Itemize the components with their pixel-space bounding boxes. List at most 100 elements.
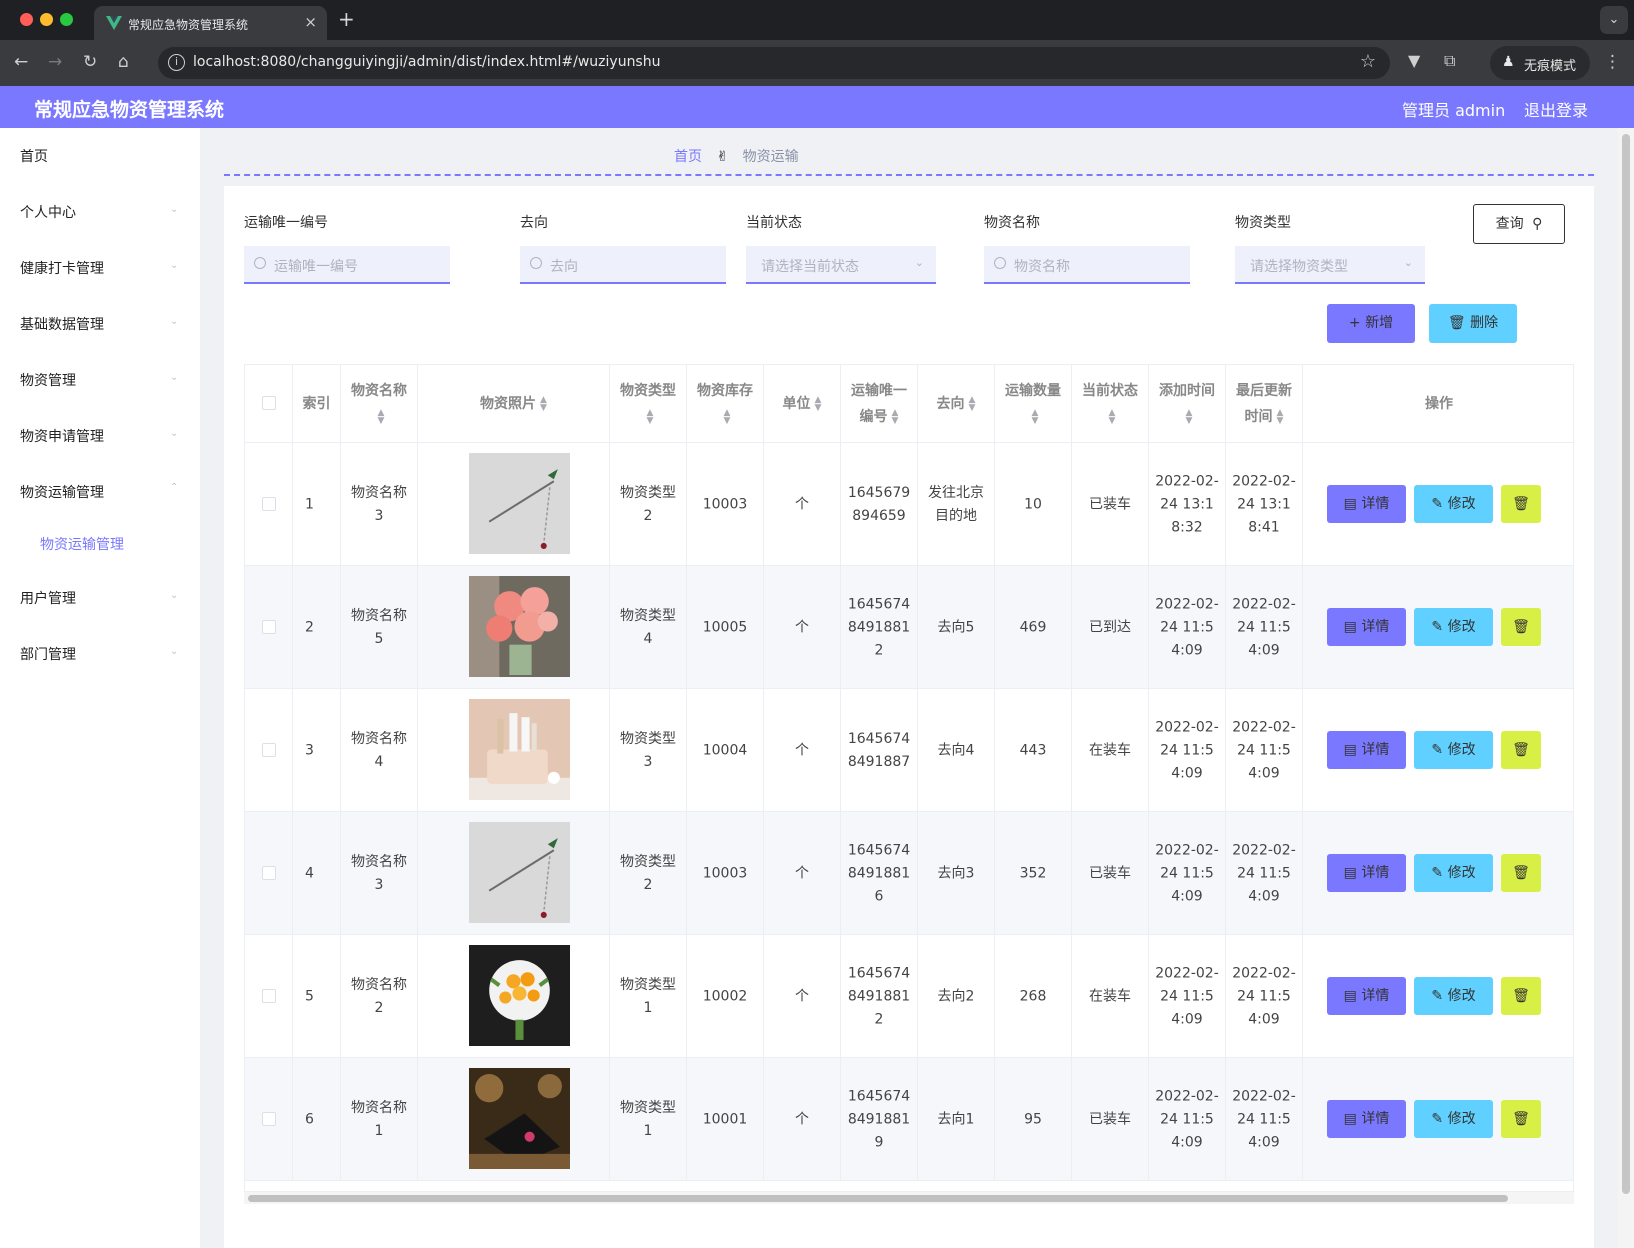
detail-button[interactable]: ▤ 详情 xyxy=(1327,731,1406,769)
row-checkbox[interactable] xyxy=(262,866,276,880)
document-icon: ▤ xyxy=(1343,496,1362,512)
maximize-window-icon[interactable] xyxy=(60,13,73,26)
sidebar-item-home[interactable]: 首页 xyxy=(20,146,48,166)
header-unit[interactable]: 单位 ▲ ▼ xyxy=(764,365,841,443)
extensions-puzzle-icon[interactable]: ⧉ xyxy=(1444,51,1455,71)
new-tab-icon[interactable]: + xyxy=(338,7,355,31)
header-quantity[interactable]: 运输数量 ▲ ▼ xyxy=(995,365,1072,443)
row-checkbox[interactable] xyxy=(262,497,276,511)
sort-icon[interactable]: ▲ ▼ xyxy=(724,408,731,425)
reload-icon[interactable]: ↻ xyxy=(83,52,97,72)
edit-button[interactable]: ✎ 修改 xyxy=(1414,977,1493,1015)
header-added-time[interactable]: 添加时间 ▲ ▼ xyxy=(1149,365,1226,443)
pencil-icon: ✎ xyxy=(1431,865,1448,881)
row-checkbox[interactable] xyxy=(262,1112,276,1126)
sort-icon[interactable]: ▲ ▼ xyxy=(647,408,654,425)
tab-search-icon[interactable]: ⌄ xyxy=(1600,6,1628,34)
add-button[interactable]: + 新增 xyxy=(1327,304,1415,343)
row-delete-button[interactable]: 🗑 xyxy=(1501,854,1541,892)
select-all-checkbox[interactable] xyxy=(262,396,276,410)
edit-button[interactable]: ✎ 修改 xyxy=(1414,854,1493,892)
header-stock[interactable]: 物资库存 ▲ ▼ xyxy=(687,365,764,443)
cell-status: 在装车 xyxy=(1072,689,1149,812)
delete-button[interactable]: 🗑 删除 xyxy=(1429,304,1517,343)
header-name[interactable]: 物资名称 ▲ ▼ xyxy=(341,365,418,443)
row-checkbox[interactable] xyxy=(262,620,276,634)
row-delete-button[interactable]: 🗑 xyxy=(1501,1100,1541,1138)
sidebar-item-profile[interactable]: 个人中心 xyxy=(20,202,76,222)
tab-close-icon[interactable]: × xyxy=(304,13,317,31)
sidebar-item-health-checkin[interactable]: 健康打卡管理 xyxy=(20,258,104,278)
site-info-icon[interactable]: i xyxy=(168,54,185,71)
query-button[interactable]: 查询 ⚲ xyxy=(1473,204,1565,244)
sort-icon[interactable]: ▲ ▼ xyxy=(1186,408,1193,425)
sidebar-item-transport[interactable]: 物资运输管理 xyxy=(20,482,104,502)
incognito-indicator[interactable]: ♟ 无痕模式 xyxy=(1490,46,1590,80)
detail-button[interactable]: ▤ 详情 xyxy=(1327,608,1406,646)
header-type[interactable]: 物资类型 ▲ ▼ xyxy=(610,365,687,443)
detail-button[interactable]: ▤ 详情 xyxy=(1327,977,1406,1015)
row-delete-button[interactable]: 🗑 xyxy=(1501,731,1541,769)
sort-icon[interactable]: ▲ ▼ xyxy=(378,408,385,425)
back-icon[interactable]: ← xyxy=(14,52,28,72)
edit-button[interactable]: ✎ 修改 xyxy=(1414,485,1493,523)
sort-icon[interactable]: ▲ ▼ xyxy=(892,408,899,425)
header-photo[interactable]: 物资照片 ▲ ▼ xyxy=(418,365,610,443)
row-delete-button[interactable]: 🗑 xyxy=(1501,977,1541,1015)
chevron-down-icon: ⌄ xyxy=(170,646,179,657)
sort-icon[interactable]: ▲ ▼ xyxy=(815,395,822,412)
sidebar-item-materials[interactable]: 物资管理 xyxy=(20,370,76,390)
table-horizontal-scrollbar[interactable] xyxy=(244,1192,1574,1204)
sort-icon[interactable]: ▲ ▼ xyxy=(1109,408,1116,425)
edit-button[interactable]: ✎ 修改 xyxy=(1414,1100,1493,1138)
detail-button[interactable]: ▤ 详情 xyxy=(1327,485,1406,523)
row-checkbox[interactable] xyxy=(262,743,276,757)
header-transport-id[interactable]: 运输唯一编号 ▲ ▼ xyxy=(841,365,918,443)
close-window-icon[interactable] xyxy=(20,13,33,26)
extension-v-icon[interactable]: ▼ xyxy=(1408,51,1420,70)
material-name-input[interactable]: 物资名称 xyxy=(984,246,1190,284)
cell-unit: 个 xyxy=(764,935,841,1058)
cell-photo xyxy=(418,566,610,689)
bookmark-star-icon[interactable]: ☆ xyxy=(1360,51,1376,72)
header-updated-time[interactable]: 最后更新时间 ▲ ▼ xyxy=(1226,365,1303,443)
page-scrollbar[interactable] xyxy=(1618,128,1634,1248)
sort-icon[interactable]: ▲ ▼ xyxy=(969,395,976,412)
browser-tab[interactable]: 常规应急物资管理系统 × xyxy=(94,6,327,40)
sort-icon[interactable]: ▲ ▼ xyxy=(1032,408,1039,425)
row-delete-button[interactable]: 🗑 xyxy=(1501,608,1541,646)
edit-button[interactable]: ✎ 修改 xyxy=(1414,608,1493,646)
home-icon[interactable]: ⌂ xyxy=(118,52,129,72)
sidebar-item-departments[interactable]: 部门管理 xyxy=(20,644,76,664)
sidebar-subitem-transport-management[interactable]: 物资运输管理 xyxy=(40,534,124,554)
edit-button[interactable]: ✎ 修改 xyxy=(1414,731,1493,769)
header-status[interactable]: 当前状态 ▲ ▼ xyxy=(1072,365,1149,443)
sidebar-item-material-requests[interactable]: 物资申请管理 xyxy=(20,426,104,446)
sidebar-item-users[interactable]: 用户管理 xyxy=(20,588,76,608)
cell-qty: 443 xyxy=(995,689,1072,812)
browser-tab-bar: 常规应急物资管理系统 × + ⌄ xyxy=(0,0,1634,40)
breadcrumb-home[interactable]: 首页 xyxy=(674,149,702,165)
sidebar-item-basic-data[interactable]: 基础数据管理 xyxy=(20,314,104,334)
minimize-window-icon[interactable] xyxy=(40,13,53,26)
destination-input[interactable]: 去向 xyxy=(520,246,726,284)
logout-link[interactable]: 退出登录 xyxy=(1524,97,1588,121)
row-delete-button[interactable]: 🗑 xyxy=(1501,485,1541,523)
cell-destination: 去向1 xyxy=(918,1058,995,1181)
cell-select xyxy=(245,689,293,812)
browser-menu-icon[interactable]: ⋮ xyxy=(1604,52,1621,72)
status-select[interactable]: 请选择当前状态 ⌄ xyxy=(746,246,936,284)
forward-icon[interactable]: → xyxy=(48,52,62,72)
sort-icon[interactable]: ▲ ▼ xyxy=(1277,408,1284,425)
row-checkbox[interactable] xyxy=(262,989,276,1003)
cell-added: 2022-02-24 11:54:09 xyxy=(1149,689,1226,812)
detail-button[interactable]: ▤ 详情 xyxy=(1327,1100,1406,1138)
transport-id-input[interactable]: 运输唯一编号 xyxy=(244,246,450,284)
app-title: 常规应急物资管理系统 xyxy=(34,99,225,121)
material-type-select[interactable]: 请选择物资类型 ⌄ xyxy=(1235,246,1425,284)
detail-button[interactable]: ▤ 详情 xyxy=(1327,854,1406,892)
address-bar[interactable]: i localhost:8080/changguiyingji/admin/di… xyxy=(158,47,1390,79)
header-destination[interactable]: 去向 ▲ ▼ xyxy=(918,365,995,443)
sort-icon[interactable]: ▲ ▼ xyxy=(540,395,547,412)
cell-type: 物资类型1 xyxy=(610,1058,687,1181)
